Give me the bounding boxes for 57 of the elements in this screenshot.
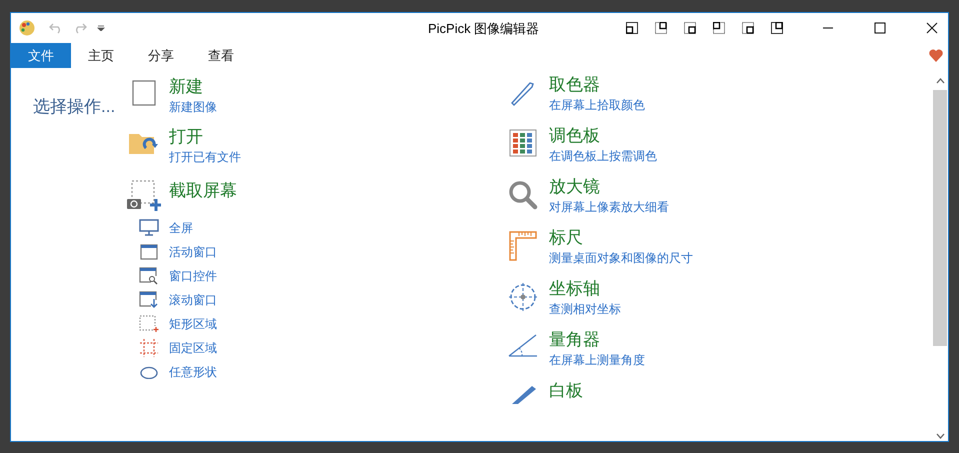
tool-description: 测量桌面对象和图像的尺寸 <box>549 250 693 267</box>
tool-description: 打开已有文件 <box>169 149 241 166</box>
ribbon-tab[interactable]: 文件 <box>11 43 71 68</box>
capture-mode-link[interactable]: 活动窗口 <box>169 243 217 261</box>
section-heading: 选择操作... <box>33 97 116 116</box>
region-top-icon[interactable] <box>655 22 667 34</box>
window-icon <box>140 244 158 260</box>
tool-title: 截取屏幕 <box>169 180 237 202</box>
window-magnifier-icon <box>139 267 159 285</box>
palette-grid-icon <box>509 129 537 157</box>
tool-title: 标尺 <box>549 227 584 249</box>
dashed-rectangle-icon <box>139 315 159 333</box>
tool-title: 取色器 <box>549 74 601 96</box>
ruler-icon <box>509 231 537 261</box>
tool-title: 新建 <box>169 76 204 98</box>
magnifier-icon <box>508 180 538 210</box>
blank-page-icon <box>132 80 156 106</box>
scroll-down-icon <box>936 433 944 439</box>
fullscreen-frame-icon[interactable] <box>771 22 783 34</box>
tool-title: 放大镜 <box>549 176 601 198</box>
palette-logo-icon <box>19 20 35 36</box>
fixed-region-icon <box>140 339 158 357</box>
crosshair-icon <box>508 282 538 312</box>
tool-description: 查测相对坐标 <box>549 301 621 318</box>
tool-description: 在屏幕上测量角度 <box>549 352 645 369</box>
tool-description: 对屏幕上像素放大细看 <box>549 199 669 216</box>
capture-mode-link[interactable]: 矩形区域 <box>169 315 217 333</box>
capture-mode-link[interactable]: 滚动窗口 <box>169 291 217 309</box>
monitor-icon <box>139 219 159 237</box>
tool-title: 量角器 <box>549 329 601 351</box>
dropdown-caret-icon[interactable] <box>97 25 105 31</box>
tool-description: 新建图像 <box>169 99 217 116</box>
ribbon-tab[interactable]: 主页 <box>71 43 131 68</box>
scroll-up-icon <box>936 78 944 84</box>
camera-capture-icon <box>127 180 161 212</box>
tool-description: 在调色板上按需调色 <box>549 148 657 165</box>
heart-icon[interactable] <box>929 49 943 62</box>
ribbon-tab[interactable]: 查看 <box>191 43 251 68</box>
capture-mode-link[interactable]: 任意形状 <box>169 363 217 381</box>
maximize-icon[interactable] <box>874 22 886 34</box>
close-icon[interactable] <box>926 22 938 34</box>
tool-title: 坐标轴 <box>549 278 601 300</box>
protractor-icon <box>508 333 538 359</box>
capture-window-icon[interactable] <box>626 22 638 34</box>
region-bottom-icon[interactable] <box>684 22 696 34</box>
ribbon-tab[interactable]: 分享 <box>131 43 191 68</box>
window-title: PicPick 图像编辑器 <box>428 20 540 38</box>
capture-mode-link[interactable]: 固定区域 <box>169 339 217 357</box>
lasso-icon <box>139 365 159 379</box>
tool-description: 在屏幕上拾取颜色 <box>549 97 645 114</box>
tool-title: 白板 <box>549 380 583 402</box>
tool-title: 调色板 <box>549 125 601 147</box>
capture-mode-link[interactable]: 全屏 <box>169 219 193 237</box>
scrollbar-thumb[interactable] <box>933 90 947 346</box>
capture-mode-link[interactable]: 窗口控件 <box>169 267 217 285</box>
tool-title: 打开 <box>169 126 204 148</box>
window-arrow-icon <box>139 291 159 309</box>
